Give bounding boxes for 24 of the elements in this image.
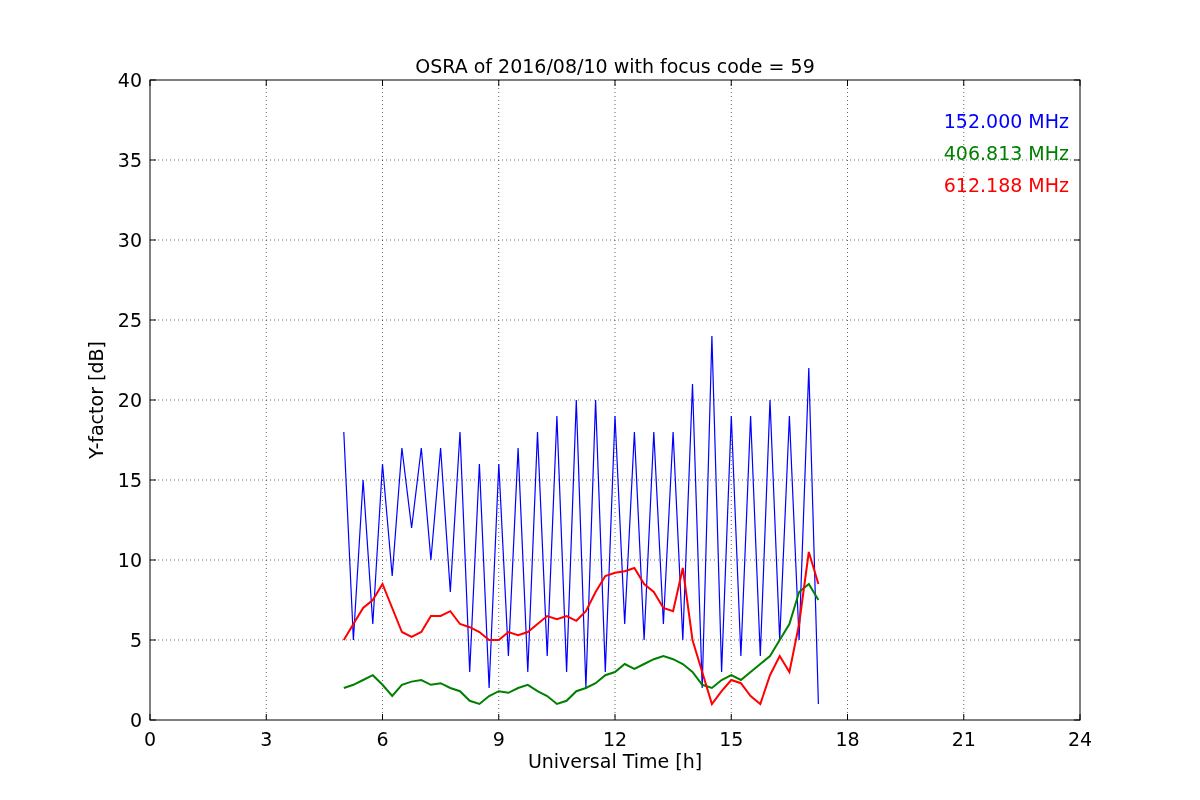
tick-label: 9 (492, 728, 505, 750)
tick-label: 24 (1067, 728, 1093, 750)
legend-label: 152.000 MHz (943, 110, 1069, 132)
tick-label: 21 (951, 728, 976, 750)
tick-label: 12 (602, 728, 628, 750)
tick-label: 0 (129, 709, 142, 731)
tick-label: 40 (117, 69, 142, 91)
tick-label: 15 (117, 469, 142, 491)
axis-label: Universal Time [h] (527, 750, 703, 772)
tick-label: 0 (143, 728, 157, 750)
tick-label: 18 (835, 728, 860, 750)
tick-label: 5 (129, 629, 142, 651)
tick-label: 30 (117, 229, 142, 251)
axis-label: Y-factor [dB] (85, 341, 107, 459)
tick-label: 10 (117, 549, 142, 571)
tick-label: 6 (376, 728, 389, 750)
legend-label: 406.813 MHz (943, 142, 1069, 164)
tick-label: 20 (117, 389, 142, 411)
plot-title: OSRA of 2016/08/10 with focus code = 59 (415, 55, 815, 77)
tick-label: 15 (719, 728, 744, 750)
legend-label: 612.188 MHz (943, 174, 1069, 196)
tick-label: 25 (117, 309, 142, 331)
tick-label: 3 (260, 728, 273, 750)
tick-label: 35 (117, 149, 142, 171)
